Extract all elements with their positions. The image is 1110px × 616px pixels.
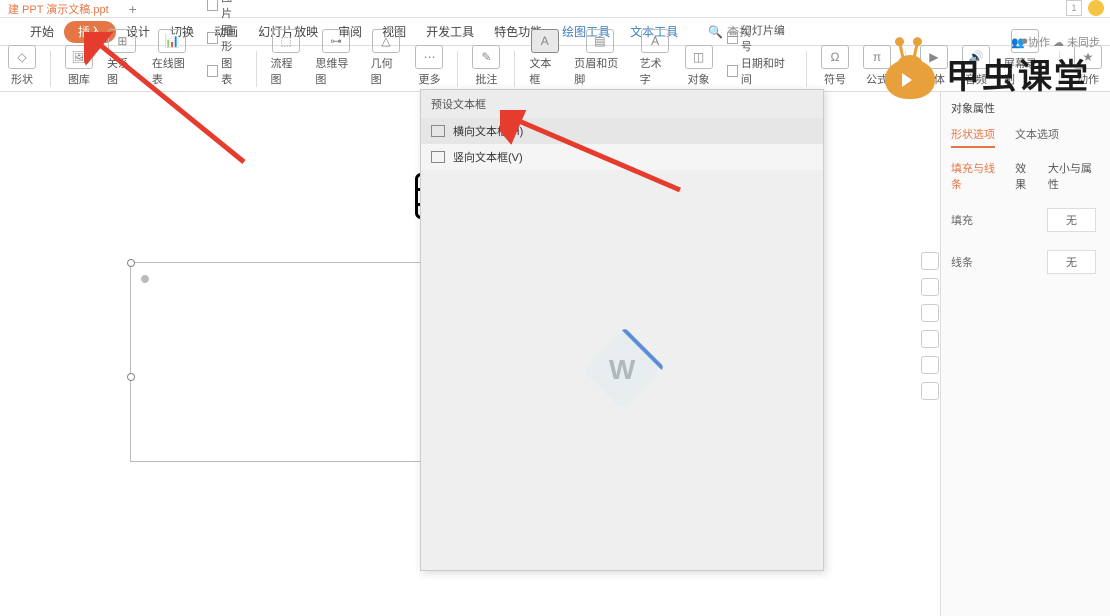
subtab-size[interactable]: 大小与属性 xyxy=(1048,160,1100,192)
beetle-icon xyxy=(880,43,940,103)
ribbon-gallery[interactable]: 🖼图库 xyxy=(65,45,93,87)
subtab-fill[interactable]: 填充与线条 xyxy=(951,160,1003,192)
tool-text[interactable] xyxy=(921,382,939,400)
system-button[interactable]: 1 xyxy=(1066,0,1082,16)
tool-pen[interactable] xyxy=(921,304,939,322)
tool-layers[interactable] xyxy=(921,278,939,296)
panel-tab-text[interactable]: 文本选项 xyxy=(1015,126,1059,148)
chart-mini-icon xyxy=(207,65,218,77)
mindmap-icon: ⊶ xyxy=(322,29,350,53)
tool-frame[interactable] xyxy=(921,356,939,374)
label-fill: 填充 xyxy=(951,212,973,228)
dropdown-horizontal-textbox[interactable]: 横向文本框(H) xyxy=(421,118,823,144)
ribbon-mindmap[interactable]: ⊶思维导图 xyxy=(315,29,356,87)
wordart-icon: A xyxy=(641,29,669,53)
ribbon-textbox[interactable]: A文本框 xyxy=(529,29,560,87)
ribbon-shape[interactable]: ◇形状 xyxy=(8,45,36,87)
slidenum-icon xyxy=(727,32,738,44)
geometry-icon: △ xyxy=(372,29,400,53)
ribbon-header-footer[interactable]: ▤页眉和页脚 xyxy=(574,29,625,87)
ribbon-object[interactable]: ◫对象 xyxy=(685,45,713,87)
symbol-icon: Ω xyxy=(821,45,849,69)
ribbon-datetime[interactable]: 日期和时间 xyxy=(727,55,793,87)
ribbon-mini-image[interactable]: 图片 xyxy=(207,0,242,21)
tool-zoom[interactable] xyxy=(921,252,939,270)
comment-icon: ✎ xyxy=(472,45,500,69)
ribbon-online-chart[interactable]: 📊在线图表 xyxy=(152,29,193,87)
datetime-icon xyxy=(727,65,738,77)
ribbon-geometry[interactable]: △几何图 xyxy=(371,29,402,87)
fill-value[interactable]: 无 xyxy=(1047,208,1096,232)
document-title: 建 PPT 演示文稿.ppt xyxy=(8,1,109,17)
flowchart-icon: ⬚ xyxy=(272,29,300,53)
dropdown-preview: W xyxy=(421,170,823,570)
h-textbox-icon xyxy=(431,125,445,137)
more-icon: ⋯ xyxy=(415,45,443,69)
dropdown-header: 预设文本框 xyxy=(421,90,823,118)
bullet-marker xyxy=(141,275,149,283)
tab-dev[interactable]: 开发工具 xyxy=(416,18,484,46)
format-panel: 对象属性 形状选项 文本选项 填充与线条 效果 大小与属性 填充 无 线条 无 xyxy=(940,92,1110,616)
resize-handle[interactable] xyxy=(127,259,135,267)
panel-tab-shape[interactable]: 形状选项 xyxy=(951,126,995,148)
v-textbox-icon xyxy=(431,151,445,163)
header-footer-icon: ▤ xyxy=(586,29,614,53)
ribbon-mini-chart[interactable]: 图表 xyxy=(207,55,242,87)
subtab-effect[interactable]: 效果 xyxy=(1015,160,1036,192)
tab-start[interactable]: 开始 xyxy=(20,18,64,46)
label-line: 线条 xyxy=(951,254,973,270)
dropdown-vertical-textbox[interactable]: 竖向文本框(V) xyxy=(421,144,823,170)
image-icon xyxy=(207,0,218,11)
ribbon-relation[interactable]: ⊞关系图 xyxy=(107,29,138,87)
tool-crop[interactable] xyxy=(921,330,939,348)
shape-icon: ◇ xyxy=(8,45,36,69)
user-avatar[interactable] xyxy=(1088,0,1104,16)
ribbon-symbol[interactable]: Ω符号 xyxy=(821,45,849,87)
textbox-dropdown: 预设文本框 横向文本框(H) 竖向文本框(V) W xyxy=(420,89,824,571)
textbox-icon: A xyxy=(531,29,559,53)
shape-mini-icon xyxy=(207,32,218,44)
object-icon: ◫ xyxy=(685,45,713,69)
brand-text: 甲虫课堂 xyxy=(946,49,1090,98)
row-line: 线条 无 xyxy=(951,250,1100,274)
add-tab-button[interactable]: + xyxy=(129,1,137,17)
ribbon-comment[interactable]: ✎批注 xyxy=(472,45,500,87)
search-icon: 🔍 xyxy=(708,25,723,39)
right-toolbar xyxy=(920,92,940,616)
ribbon-wordart[interactable]: A艺术字 xyxy=(640,29,671,87)
ribbon-flowchart[interactable]: ⬚流程图 xyxy=(271,29,302,87)
line-value[interactable]: 无 xyxy=(1047,250,1096,274)
row-fill: 填充 无 xyxy=(951,208,1100,232)
ribbon-mini-shape[interactable]: 图形 xyxy=(207,22,242,54)
online-chart-icon: 📊 xyxy=(158,29,186,53)
resize-handle[interactable] xyxy=(127,373,135,381)
relation-icon: ⊞ xyxy=(108,29,136,53)
ribbon-more[interactable]: ⋯更多 xyxy=(415,45,443,87)
ribbon-slide-number[interactable]: 幻灯片编号 xyxy=(727,22,793,54)
gallery-icon: 🖼 xyxy=(65,45,93,69)
wps-logo-icon: W xyxy=(582,330,661,409)
brand-watermark: 甲虫课堂 xyxy=(880,38,1110,108)
